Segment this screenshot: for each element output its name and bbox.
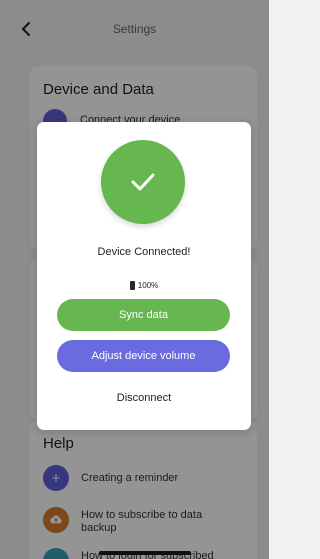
adjust-volume-button[interactable]: Adjust device volume [57, 340, 230, 372]
connection-status-text: Device Connected! [97, 246, 191, 258]
success-badge [101, 140, 185, 224]
battery-icon [129, 281, 135, 290]
disconnect-button[interactable]: Disconnect [37, 392, 251, 404]
battery-level: 100% [137, 281, 159, 290]
battery-indicator: 100% [37, 281, 251, 290]
sync-data-button[interactable]: Sync data [57, 299, 230, 331]
device-connected-dialog: Device Connected! 100% Sync data Adjust … [37, 122, 251, 430]
checkmark-icon [131, 173, 155, 191]
